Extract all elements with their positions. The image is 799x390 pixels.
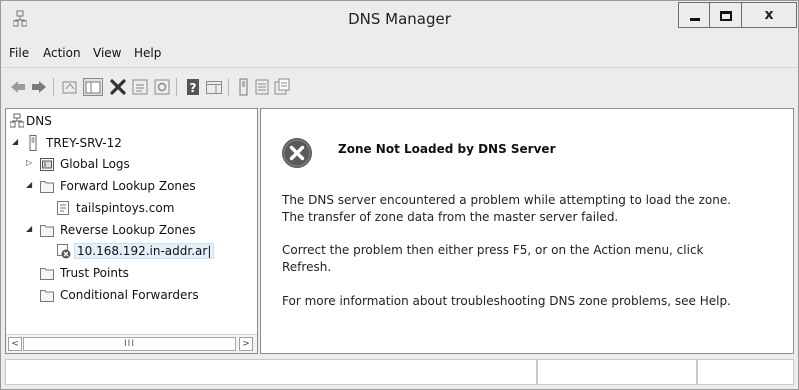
scroll-thumb[interactable]: III [23,337,236,351]
scroll-right-button[interactable]: > [239,337,253,351]
horizontal-scrollbar[interactable]: < III > [6,334,257,353]
log-icon [40,156,54,172]
status-segment-2 [537,359,697,385]
console-tree-pane[interactable]: DNS ◢ TREY-SRV-12 ▷ Global Logs ◢ Forwar… [5,108,258,354]
tree-item-label: Global Logs [60,157,130,171]
error-message-line-2: The transfer of zone data from the maste… [282,210,619,224]
folder-icon [40,178,54,194]
zone-icon [56,200,70,216]
up-folder-icon[interactable] [61,78,79,96]
menu-file[interactable]: File [9,46,29,60]
tree-item-label: Trust Points [60,266,129,280]
tree-item-label: TREY-SRV-12 [46,136,122,150]
folder-icon [40,222,54,238]
refresh-icon[interactable] [153,78,171,96]
back-arrow-icon[interactable] [9,78,27,96]
close-icon: x [764,7,774,23]
tree-item-label: 10.168.192.in-addr.ar| [74,243,215,259]
tree-item-label: Forward Lookup Zones [60,179,196,193]
show-hide-action-pane-icon[interactable] [205,78,223,96]
status-bar [1,357,798,389]
collapse-icon[interactable]: ◢ [12,137,22,147]
minimize-icon [690,18,700,21]
status-segment-3 [697,359,794,385]
zone-error-icon [56,243,71,259]
expand-icon[interactable]: ▷ [26,158,36,168]
delete-icon[interactable] [109,78,127,96]
dns-root-icon [9,113,25,129]
properties-icon[interactable] [131,78,149,96]
title-bar[interactable]: DNS Manager x [1,1,798,39]
server-icon [26,135,40,151]
new-record-icon[interactable] [273,78,291,96]
error-message-line-1: The DNS server encountered a problem whi… [282,193,732,207]
collapse-icon[interactable]: ◢ [26,224,36,234]
error-heading: Zone Not Loaded by DNS Server [338,142,556,156]
collapse-icon[interactable]: ◢ [26,180,36,190]
menu-bar: File Action View Help [1,41,798,65]
tree-item-label: DNS [26,114,52,128]
dns-manager-window: DNS Manager x File Action View Help ? DN… [0,0,799,390]
status-segment-main [5,359,537,385]
instruction-line-2: Refresh. [282,260,332,274]
maximize-button[interactable] [710,2,742,28]
minimize-button[interactable] [678,2,710,28]
show-hide-console-tree-icon[interactable] [83,78,103,96]
svg-text:?: ? [190,81,197,95]
menu-view[interactable]: View [93,46,121,60]
help-icon[interactable]: ? [184,78,202,96]
menu-action[interactable]: Action [43,46,81,60]
scroll-left-button[interactable]: < [8,337,22,351]
details-pane: Zone Not Loaded by DNS Server The DNS se… [260,108,794,354]
folder-icon [40,287,54,303]
maximize-icon [720,11,732,21]
tree-item-label: tailspintoys.com [76,201,175,215]
close-button[interactable]: x [742,2,797,28]
instruction-line-1: Correct the problem then either press F5… [282,243,704,257]
folder-icon [40,265,54,281]
menu-help[interactable]: Help [134,46,161,60]
server-icon[interactable] [235,78,253,96]
toolbar: ? [1,67,798,107]
zone-list-icon[interactable] [253,78,271,96]
help-hint: For more information about troubleshooti… [282,294,731,308]
tree-item-label: Conditional Forwarders [60,288,199,302]
error-x-icon [281,137,313,169]
tree-item-label: Reverse Lookup Zones [60,223,196,237]
forward-arrow-icon[interactable] [30,78,48,96]
